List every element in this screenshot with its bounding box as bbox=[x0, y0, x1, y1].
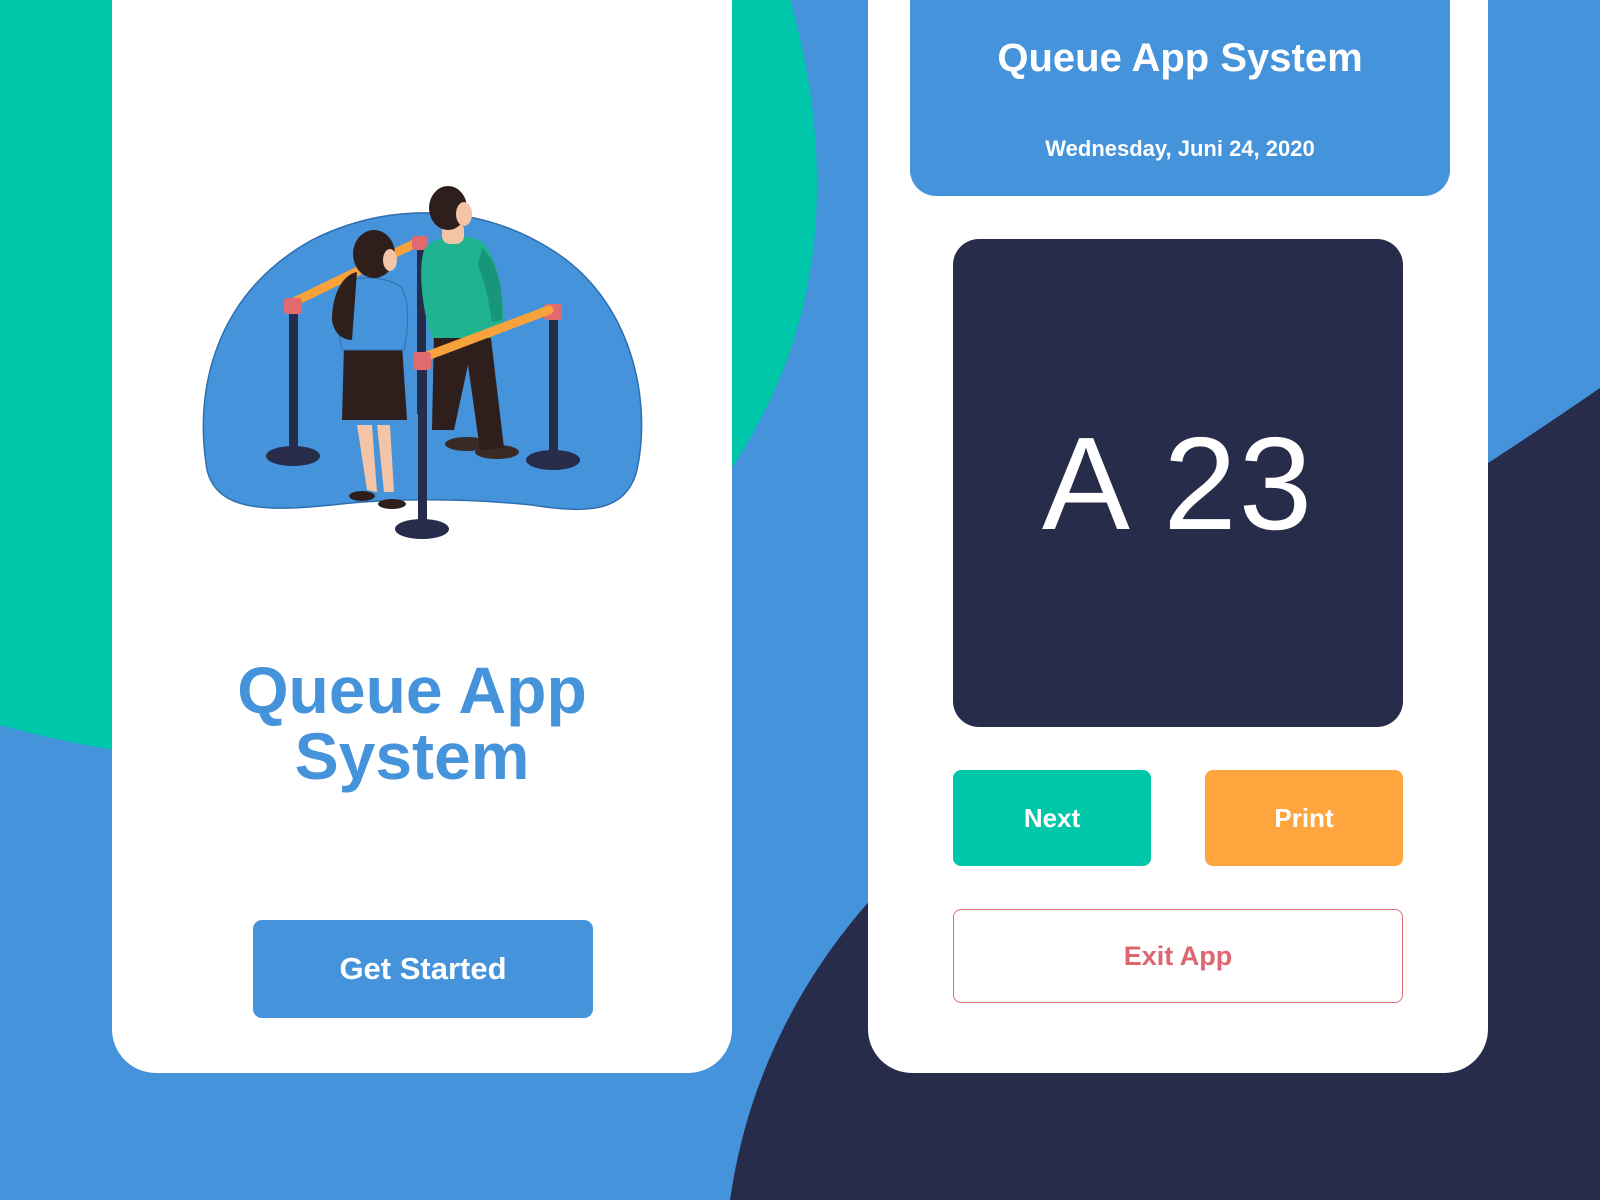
queue-header: Queue App System Wednesday, Juni 24, 202… bbox=[910, 0, 1450, 196]
get-started-button[interactable]: Get Started bbox=[253, 920, 593, 1018]
queue-number-display: A 23 bbox=[953, 239, 1403, 727]
next-button[interactable]: Next bbox=[953, 770, 1151, 866]
queue-screen-card: Queue App System Wednesday, Juni 24, 202… bbox=[868, 0, 1488, 1073]
welcome-title: Queue App System bbox=[237, 653, 587, 793]
queue-number: A 23 bbox=[1041, 409, 1315, 557]
people-queue-illustration bbox=[202, 186, 643, 539]
header-title: Queue App System bbox=[997, 36, 1363, 80]
exit-app-button[interactable]: Exit App bbox=[953, 909, 1403, 1003]
header-date: Wednesday, Juni 24, 2020 bbox=[1045, 136, 1315, 161]
welcome-screen-card: Queue App System Get Started bbox=[112, 0, 732, 1073]
print-button[interactable]: Print bbox=[1205, 770, 1403, 866]
